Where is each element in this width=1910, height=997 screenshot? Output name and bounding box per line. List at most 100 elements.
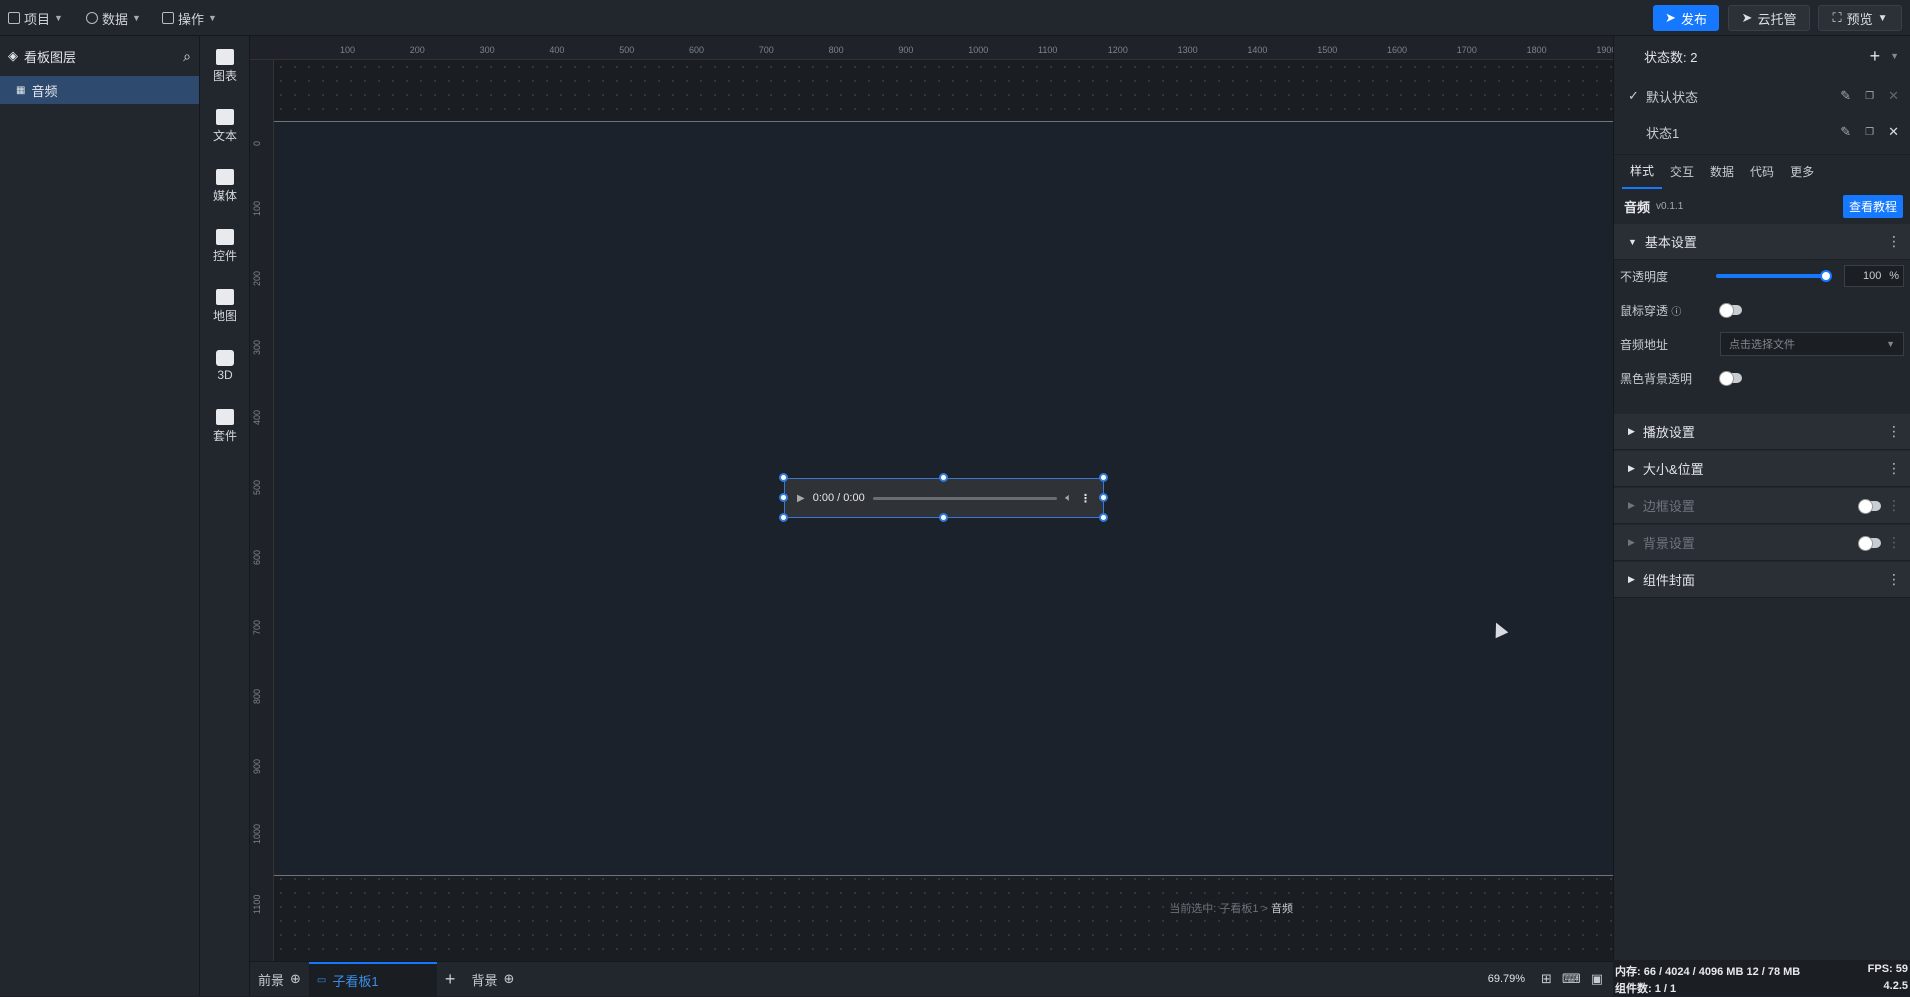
resize-handle-se[interactable] [1099,513,1108,522]
tab-interaction[interactable]: 交互 [1662,155,1702,188]
resize-handle-n[interactable] [939,473,948,482]
black-bg-toggle[interactable] [1719,371,1742,386]
copy-icon[interactable]: ❐ [1865,91,1874,102]
tool-media-label: 媒体 [212,188,237,203]
close-icon[interactable]: ✕ [1888,88,1899,104]
tab-foreground[interactable]: 前景 ⊕ [250,962,309,997]
section-cover[interactable]: ▶ 组件封面 ⋮ [1614,562,1910,598]
tool-text[interactable]: 文本 [200,102,250,150]
layers-header: ◈ 看板图层 ⌕ [0,36,199,76]
resize-handle-nw[interactable] [779,473,788,482]
section-bg[interactable]: ▶ 背景设置 ⋮ [1614,525,1910,561]
properties-panel: 状态数: 2 + ▼ ✓ 默认状态 ✎ ❐ ✕ 状态1 ✎ ❐ ✕ 样式 交互 … [1613,36,1910,960]
tool-kit[interactable]: 套件 [200,402,250,450]
menu-operation[interactable]: 操作 ▼ [162,0,217,36]
component-count: 组件数: 1 / 1 [1615,983,1677,995]
section-play-label: 播放设置 [1642,425,1695,440]
resize-handle-w[interactable] [779,493,788,502]
copy-icon[interactable]: ❐ [1865,127,1874,138]
zoom-level[interactable]: 69.79% [1480,962,1533,997]
kebab-icon[interactable]: ⋮ [1887,423,1901,440]
state-item-default[interactable]: ✓ 默认状态 ✎ ❐ ✕ [1614,81,1910,111]
audio-progress[interactable] [872,496,1058,500]
opacity-input[interactable]: 100 % [1844,265,1904,287]
ruler-tick: 1000 [968,45,989,55]
fit-screen-icon[interactable]: ⊞ [1541,971,1552,987]
search-icon[interactable]: ⌕ [183,48,191,65]
section-size[interactable]: ▶ 大小&位置 ⋮ [1614,451,1910,487]
preview-button[interactable]: ⛶ 预览 ▼ [1818,5,1902,31]
edit-icon[interactable]: ✎ [1840,88,1851,104]
kebab-icon[interactable]: ⋮ [1887,571,1901,588]
zoom-value: 69.79% [1487,973,1526,985]
ruler-tick: 300 [479,45,495,55]
component-header: 音频 v0.1.1 查看教程 [1614,189,1910,223]
ruler-tick: 900 [252,759,262,775]
check-icon: ✓ [1628,88,1639,103]
kebab-icon[interactable]: ⋮ [1887,233,1901,250]
tool-media[interactable]: 媒体 [200,162,250,210]
opacity-slider-handle[interactable] [1820,270,1832,282]
ruler-tick: 200 [409,45,425,55]
layers-panel: ◈ 看板图层 ⌕ ▦ 音频 [0,36,200,996]
tool-control[interactable]: 控件 [200,222,250,270]
ruler-tick: 1800 [1526,45,1547,55]
tool-chart[interactable]: 图表 [200,42,250,90]
tool-3d-label: 3D [217,368,233,382]
resize-handle-ne[interactable] [1099,473,1108,482]
bg-toggle[interactable] [1858,535,1881,551]
ruler-tick: 1700 [1456,45,1477,55]
audio-url-select[interactable]: 点击选择文件 ▼ [1720,332,1904,356]
tab-background[interactable]: 背景 ⊕ [463,962,522,997]
chevron-down-icon: ▼ [208,13,217,23]
add-state-button[interactable]: + [1870,46,1881,67]
kebab-icon[interactable]: ⋮ [1887,534,1901,551]
tab-code[interactable]: 代码 [1742,155,1782,188]
audio-player[interactable]: ▶ 0:00 / 0:00 🔈︎ ⋮ [784,478,1104,518]
edit-icon[interactable]: ✎ [1840,124,1851,140]
resize-handle-sw[interactable] [779,513,788,522]
ruler-tick: 1400 [1247,45,1268,55]
tool-map[interactable]: 地图 [200,282,250,330]
opacity-value: 100 [1863,270,1882,282]
border-toggle[interactable] [1858,498,1881,514]
tutorial-button[interactable]: 查看教程 [1842,194,1903,218]
publish-button[interactable]: ➤ 发布 [1653,5,1719,31]
tool-3d[interactable]: 3D [200,342,250,390]
tab-style[interactable]: 样式 [1622,154,1663,189]
ruler-top: 100 200 300 400 500 600 700 800 900 1000 1100 1200 1… [250,36,1613,60]
more-icon[interactable]: ⋮ [1080,492,1091,505]
resize-handle-s[interactable] [939,513,948,522]
section-play[interactable]: ▶ 播放设置 ⋮ [1614,414,1910,450]
menu-data[interactable]: 数据 ▼ [86,0,141,36]
opacity-unit: % [1889,270,1899,282]
resize-handle-e[interactable] [1099,493,1108,502]
help-icon[interactable]: ⓘ [1671,307,1681,318]
add-board-button[interactable]: + [437,962,464,997]
ruler-tick: 0 [252,140,262,146]
state-item-1[interactable]: 状态1 ✎ ❐ ✕ [1614,117,1910,147]
add-circle-icon[interactable]: ⊕ [503,971,514,987]
tab-more[interactable]: 更多 [1782,155,1822,188]
layer-item-audio[interactable]: ▦ 音频 [0,76,199,104]
kebab-icon[interactable]: ⋮ [1887,460,1901,477]
mouse-through-text: 鼠标穿透 [1620,303,1669,318]
cloud-hosting-button[interactable]: ➤ 云托管 [1728,5,1810,31]
tab-sub-board[interactable]: ▭ 子看板1 [308,961,437,997]
menu-project[interactable]: 项目 ▼ [8,0,63,36]
status-footer: 内存: 66 / 4024 / 4096 MB 12 / 78 MB FPS: … [1613,960,1910,996]
kebab-icon[interactable]: ⋮ [1887,497,1901,514]
play-icon[interactable]: ▶ [797,493,805,504]
keyboard-icon[interactable]: ⌨ [1562,971,1581,987]
section-basic[interactable]: ▼ 基本设置 ⋮ [1614,224,1910,260]
section-border[interactable]: ▶ 边框设置 ⋮ [1614,488,1910,524]
close-icon[interactable]: ✕ [1888,124,1899,140]
add-circle-icon[interactable]: ⊕ [290,971,301,987]
terminal-icon[interactable]: ▣ [1591,971,1603,987]
opacity-slider[interactable] [1716,270,1832,282]
mouse-through-toggle[interactable] [1719,303,1742,318]
chevron-down-icon[interactable]: ▼ [1890,51,1899,61]
volume-icon[interactable]: 🔈︎ [1065,492,1072,505]
tab-data[interactable]: 数据 [1702,155,1742,188]
audio-url-label: 音频地址 [1620,337,1669,352]
